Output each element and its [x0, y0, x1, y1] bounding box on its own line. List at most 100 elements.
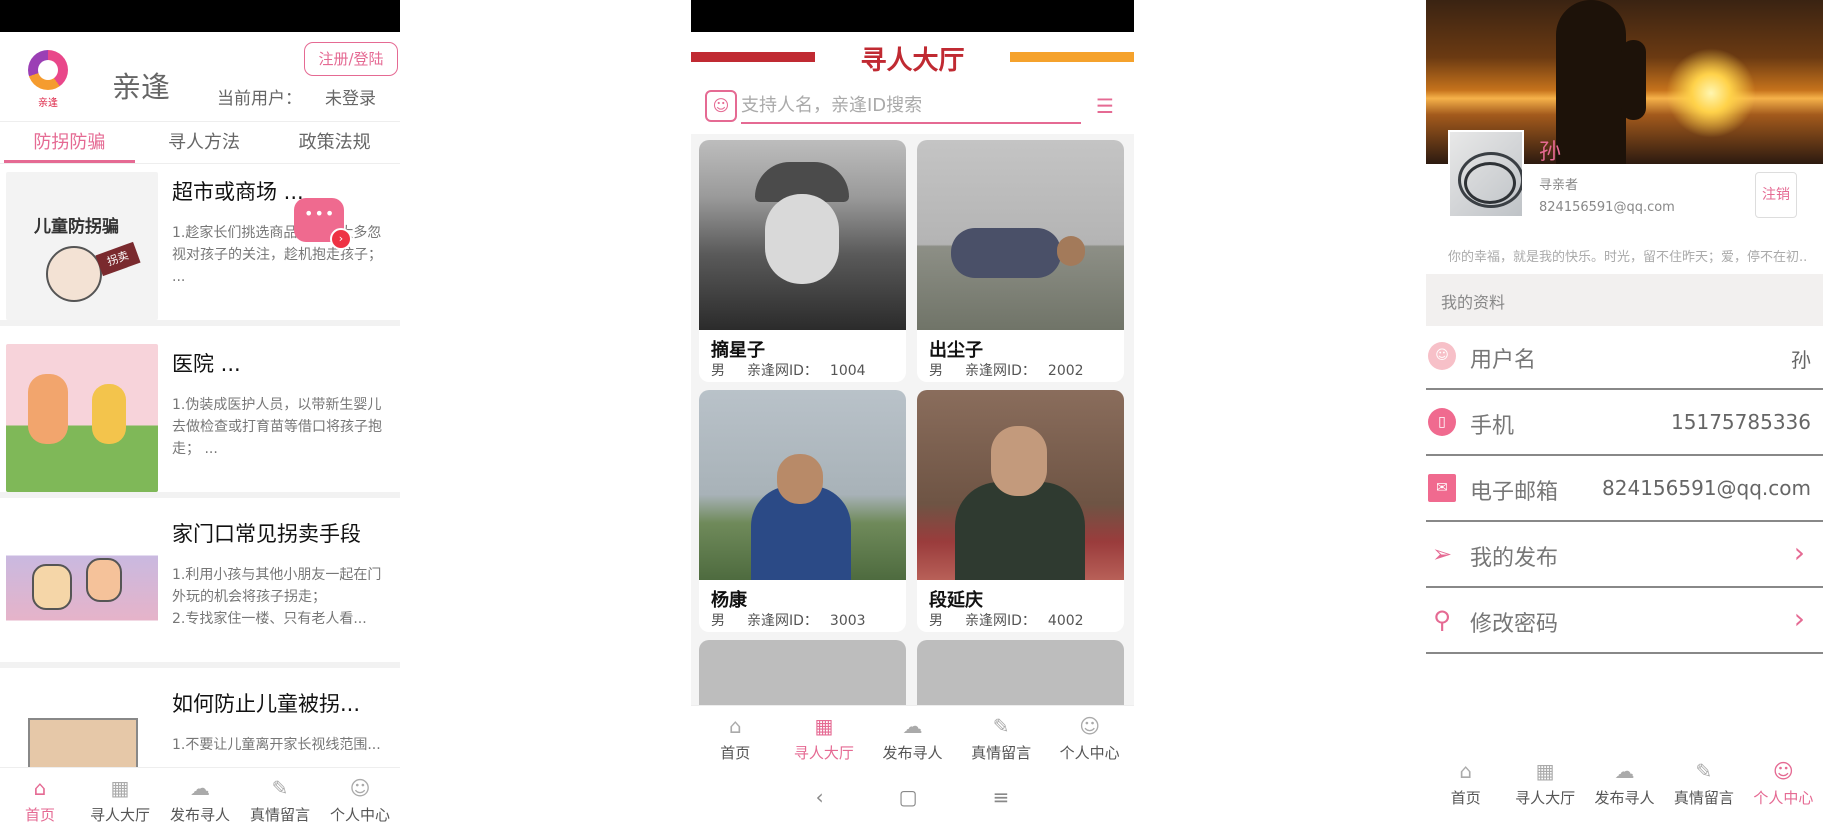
home-icon: ⌂	[728, 714, 742, 738]
logout-button[interactable]: 注销	[1755, 172, 1797, 218]
status-bar	[0, 0, 400, 32]
person-gender: 男	[711, 613, 725, 629]
home-header: 亲逢 亲逢 注册/登陆 当前用户： 未登录	[0, 32, 400, 122]
nav-label: 寻人大厅	[89, 806, 150, 824]
nav-label: 个人中心	[1059, 744, 1120, 762]
thumb-figure	[32, 564, 72, 610]
banner-sun	[1666, 48, 1756, 138]
tab-anti-abduction[interactable]: 防拐防骗	[4, 122, 135, 163]
profile-email: 824156591@qq.com	[1539, 200, 1675, 215]
chat-icon: ☺	[349, 776, 371, 800]
chat-float-button[interactable]: ›	[294, 198, 352, 250]
nav-publish[interactable]: ☁ 发布寻人	[160, 768, 240, 827]
nav-label: 发布寻人	[882, 744, 943, 762]
avatar[interactable]	[1448, 130, 1524, 218]
nav-home[interactable]: ⌂ 首页	[1426, 743, 1505, 827]
home-square-icon[interactable]: ▢	[899, 785, 918, 809]
photo-figure	[951, 228, 1061, 278]
row-label: 用户名	[1470, 348, 1537, 373]
person-card[interactable]: 出尘子 男 亲逢网ID： 2002	[917, 140, 1124, 382]
home-screen: 亲逢 亲逢 注册/登陆 当前用户： 未登录 防拐防骗 寻人方法 政策法规 儿童防…	[0, 0, 400, 827]
nav-label: 首页	[1450, 789, 1481, 807]
menu-icon[interactable]: ≡	[993, 785, 1010, 809]
mail-icon: ✉	[1428, 474, 1456, 502]
row-label: 修改密码	[1470, 612, 1559, 637]
person-name: 出尘子	[929, 340, 983, 361]
chat-icon: ☺	[1079, 714, 1101, 738]
person-photo	[699, 140, 906, 330]
row-phone[interactable]: ▯ 手机 15175785336	[1426, 392, 1823, 456]
person-card[interactable]: 段延庆 男 亲逢网ID： 4002	[917, 390, 1124, 632]
person-meta: 男 亲逢网ID： 2002	[929, 360, 1106, 380]
person-id: 4002	[1047, 613, 1084, 629]
nav-search-hall[interactable]: ▦ 寻人大厅	[1505, 743, 1584, 827]
person-card[interactable]: 杨康 男 亲逢网ID： 3003	[699, 390, 906, 632]
nav-profile[interactable]: ☺ 个人中心	[1045, 706, 1134, 767]
system-nav-bar: ‹ ▢ ≡	[691, 767, 1134, 827]
thumb-tag: 拐卖	[95, 241, 141, 277]
article-desc: 1.不要让儿童离开家长视线范围...	[172, 737, 381, 753]
search-hall-screen: 寻人大厅 ☺ ☰ 摘星子 男亲逢网ID：1004 出尘子 男亲逢网ID：2002	[691, 0, 1134, 827]
row-change-password[interactable]: ⚲ 修改密码 ›	[1426, 590, 1823, 654]
profile-role: 寻亲者	[1539, 178, 1579, 193]
person-photo	[699, 390, 906, 580]
filter-icon[interactable]: ☰	[1088, 92, 1122, 120]
nav-messages[interactable]: ✎ 真情留言	[1664, 743, 1743, 827]
tab-policies[interactable]: 政策法规	[269, 122, 400, 163]
search-bar: ☺ ☰	[691, 78, 1134, 134]
page-title: 寻人大厅	[860, 46, 965, 76]
bottom-nav: ⌂ 首页 ▦ 寻人大厅 ☁ 发布寻人 ✎ 真情留言 ☺ 个人中心	[1426, 743, 1823, 827]
person-name: 杨康	[711, 590, 747, 611]
photo-face	[765, 194, 839, 284]
bottom-nav: ⌂ 首页 ▦ 寻人大厅 ☁ 发布寻人 ✎ 真情留言 ☺ 个人中心	[0, 767, 400, 827]
nav-label: 首页	[720, 744, 751, 762]
pen-icon: ✎	[1695, 759, 1713, 783]
section-title: 我的资料	[1426, 274, 1823, 326]
nav-profile[interactable]: ☺ 个人中心	[320, 768, 400, 827]
person-meta: 男 亲逢网ID： 3003	[711, 610, 888, 630]
row-my-posts[interactable]: ➢ 我的发布 ›	[1426, 524, 1823, 588]
nav-label: 首页	[24, 806, 55, 824]
chevron-right-icon: ›	[1793, 602, 1805, 635]
tab-search-methods[interactable]: 寻人方法	[139, 122, 270, 163]
person-id: 1004	[829, 363, 866, 379]
row-label: 手机	[1470, 414, 1515, 439]
arrow-icon: ›	[330, 228, 352, 250]
nav-home[interactable]: ⌂ 首页	[691, 706, 780, 767]
nav-search-hall[interactable]: ▦ 寻人大厅	[80, 768, 160, 827]
article-title: 超市或商场 ...	[172, 180, 304, 204]
face-scan-icon[interactable]: ☺	[705, 90, 737, 122]
person-card[interactable]: 摘星子 男 亲逢网ID： 1004	[699, 140, 906, 382]
row-email[interactable]: ✉ 电子邮箱 824156591@qq.com	[1426, 458, 1823, 522]
search-input[interactable]	[741, 88, 1081, 124]
row-value: 15175785336	[1671, 410, 1811, 434]
person-name: 段延庆	[929, 590, 983, 611]
nav-messages[interactable]: ✎ 真情留言	[240, 768, 320, 827]
photo-face	[991, 426, 1047, 496]
nav-label: 真情留言	[971, 744, 1032, 762]
user-icon: ☺	[1428, 342, 1456, 370]
nav-messages[interactable]: ✎ 真情留言	[957, 706, 1046, 767]
nav-publish[interactable]: ☁ 发布寻人	[1585, 743, 1664, 827]
grid-icon: ▦	[110, 776, 130, 800]
article-item[interactable]: 医院 ... 1.伪装成医护人员，以带新生婴儿去做检查或打育苗等借口将孩子抱走；…	[0, 338, 400, 498]
person-id: 2002	[1047, 363, 1084, 379]
app-logo: 亲逢	[24, 50, 72, 110]
back-icon[interactable]: ‹	[816, 785, 824, 809]
chat-icon: ☺	[1772, 759, 1794, 783]
register-login-button[interactable]: 注册/登陆	[304, 42, 398, 76]
person-gender: 男	[929, 363, 943, 379]
bottom-nav: ⌂ 首页 ▦ 寻人大厅 ☁ 发布寻人 ✎ 真情留言 ☺ 个人中心	[691, 705, 1134, 767]
phone-icon: ▯	[1428, 408, 1456, 436]
cloud-icon: ☁	[190, 776, 210, 800]
nav-search-hall[interactable]: ▦ 寻人大厅	[780, 706, 869, 767]
home-icon: ⌂	[33, 776, 47, 800]
nav-publish[interactable]: ☁ 发布寻人	[868, 706, 957, 767]
nav-home[interactable]: ⌂ 首页	[0, 768, 80, 827]
row-username[interactable]: ☺ 用户名 孙	[1426, 326, 1823, 390]
person-gender: 男	[929, 613, 943, 629]
nav-profile[interactable]: ☺ 个人中心	[1744, 743, 1823, 827]
article-item[interactable]: 家门口常见拐卖手段 1.利用小孩与其他小朋友一起在门外玩的机会将孩子拐走； 2.…	[0, 508, 400, 668]
person-name: 摘星子	[711, 340, 765, 361]
thumb-figure	[46, 246, 102, 302]
